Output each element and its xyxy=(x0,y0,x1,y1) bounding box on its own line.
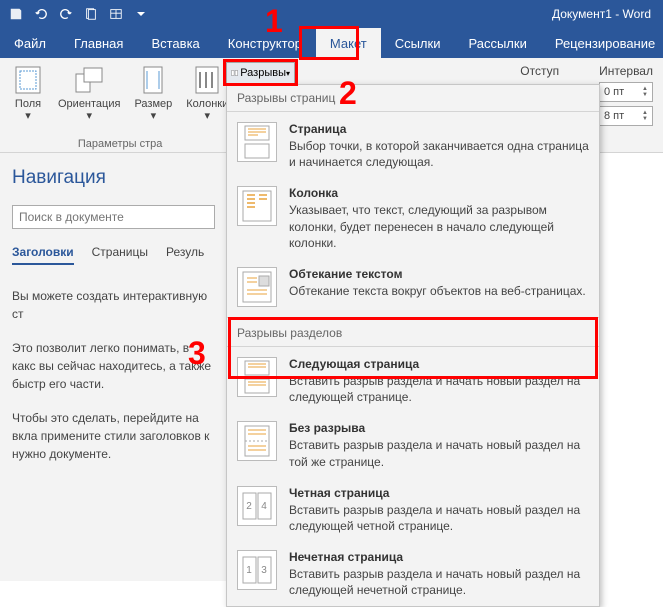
column-break-icon xyxy=(241,189,273,223)
break-desc: Вставить разрыв раздела и начать новый р… xyxy=(289,437,589,469)
menu-home[interactable]: Главная xyxy=(60,28,137,58)
table-icon xyxy=(109,7,123,21)
break-column[interactable]: Колонка Указывает, что текст, следующий з… xyxy=(227,178,599,259)
svg-text:1: 1 xyxy=(246,565,252,576)
breaks-label: Разрывы xyxy=(240,67,286,79)
page-break-icon xyxy=(241,125,273,159)
breaks-button[interactable]: Разрывы ▾ xyxy=(226,62,295,84)
break-desc: Вставить разрыв раздела и начать новый р… xyxy=(289,502,589,534)
document-icon xyxy=(84,7,98,21)
even-page-icon: 24 xyxy=(241,489,273,523)
size-button[interactable]: Размер▾ xyxy=(128,62,178,136)
break-desc: Обтекание текста вокруг объектов на веб-… xyxy=(289,283,589,299)
menu-file[interactable]: Файл xyxy=(0,28,60,58)
spacing-after-input[interactable]: 8 пт▲▼ xyxy=(599,106,653,126)
break-title: Страница xyxy=(289,122,589,136)
break-title: Колонка xyxy=(289,186,589,200)
page-setup-group: Поля▾ Ориентация▾ Размер▾ Колонки▾ Парам… xyxy=(0,58,240,152)
next-page-icon xyxy=(241,360,273,394)
chevron-down-icon xyxy=(137,10,145,18)
quick-access-toolbar xyxy=(4,3,153,25)
menu-design[interactable]: Конструктор xyxy=(214,28,316,58)
break-page[interactable]: Страница Выбор точки, в которой заканчива… xyxy=(227,114,599,178)
tab-pages[interactable]: Страницы xyxy=(92,245,148,265)
nav-title: Навигация xyxy=(12,167,215,189)
break-title: Обтекание текстом xyxy=(289,267,589,281)
svg-text:4: 4 xyxy=(261,501,267,512)
continuous-icon xyxy=(241,424,273,458)
menu-mailings[interactable]: Рассылки xyxy=(454,28,540,58)
orientation-icon xyxy=(74,66,104,94)
title-bar: Документ1 - Word xyxy=(0,0,663,28)
chevron-down-icon: ▾ xyxy=(286,69,290,78)
document-title: Документ1 - Word xyxy=(552,7,659,21)
nav-body: Вы можете создать интерактивную ст Это п… xyxy=(12,287,215,463)
text-wrap-icon xyxy=(241,270,273,304)
menu-bar: Файл Главная Вставка Конструктор Макет С… xyxy=(0,28,663,58)
redo-button[interactable] xyxy=(54,3,78,25)
save-icon xyxy=(9,7,23,21)
svg-text:2: 2 xyxy=(246,501,252,512)
nav-text: Вы можете создать интерактивную ст xyxy=(12,287,215,323)
break-title: Нечетная страница xyxy=(289,550,589,564)
tab-results[interactable]: Резуль xyxy=(166,245,204,265)
qat-button[interactable] xyxy=(79,3,103,25)
nav-tabs: Заголовки Страницы Резуль xyxy=(12,245,215,265)
break-desc: Вставить разрыв раздела и начать новый р… xyxy=(289,373,589,405)
break-odd-page[interactable]: 13 Нечетная страница Вставить разрыв разд… xyxy=(227,542,599,606)
break-next-page[interactable]: Следующая страница Вставить разрыв раздел… xyxy=(227,349,599,413)
break-desc: Указывает, что текст, следующий за разры… xyxy=(289,202,589,251)
break-text-wrapping[interactable]: Обтекание текстом Обтекание текста вокруг… xyxy=(227,259,599,315)
svg-text:3: 3 xyxy=(261,565,267,576)
search-input[interactable] xyxy=(12,205,215,229)
break-title: Без разрыва xyxy=(289,421,589,435)
menu-insert[interactable]: Вставка xyxy=(137,28,213,58)
menu-layout[interactable]: Макет xyxy=(316,28,381,58)
spinner-arrows-icon: ▲▼ xyxy=(642,86,648,98)
breaks-icon xyxy=(231,67,238,79)
menu-references[interactable]: Ссылки xyxy=(381,28,455,58)
orientation-button[interactable]: Ориентация▾ xyxy=(52,62,126,136)
size-icon xyxy=(141,65,165,95)
page-setup-group-label: Параметры стра xyxy=(6,136,234,150)
margins-label: Поля xyxy=(15,98,41,110)
odd-page-icon: 13 xyxy=(241,553,273,587)
qat-customize[interactable] xyxy=(129,3,153,25)
spacing-label: Интервал xyxy=(599,64,653,78)
tab-headings[interactable]: Заголовки xyxy=(12,245,74,265)
nav-text: Это позволит легко понимать, в какс вы с… xyxy=(12,339,215,393)
menu-review[interactable]: Рецензирование xyxy=(541,28,663,58)
dropdown-section-page-breaks: Разрывы страниц xyxy=(227,85,599,109)
save-button[interactable] xyxy=(4,3,28,25)
size-label: Размер xyxy=(134,98,172,110)
break-desc: Выбор точки, в которой заканчивается одн… xyxy=(289,138,589,170)
columns-label: Колонки xyxy=(186,98,228,110)
break-desc: Вставить разрыв раздела и начать новый р… xyxy=(289,566,589,598)
break-continuous[interactable]: Без разрыва Вставить разрыв раздела и нач… xyxy=(227,413,599,477)
spacing-before-input[interactable]: 0 пт▲▼ xyxy=(599,82,653,102)
margins-button[interactable]: Поля▾ xyxy=(6,62,50,136)
nav-text: Чтобы это сделать, перейдите на вкла при… xyxy=(12,409,215,463)
break-title: Следующая страница xyxy=(289,357,589,371)
qat-button-2[interactable] xyxy=(104,3,128,25)
spinner-arrows-icon: ▲▼ xyxy=(642,110,648,122)
undo-button[interactable] xyxy=(29,3,53,25)
indent-label: Отступ xyxy=(520,64,559,78)
orientation-label: Ориентация xyxy=(58,98,120,110)
dropdown-section-section-breaks: Разрывы разделов xyxy=(227,320,599,344)
break-title: Четная страница xyxy=(289,486,589,500)
navigation-pane: Навигация Заголовки Страницы Резуль Вы м… xyxy=(0,153,228,581)
break-even-page[interactable]: 24 Четная страница Вставить разрыв раздел… xyxy=(227,478,599,542)
breaks-dropdown: Разрывы страниц Страница Выбор точки, в к… xyxy=(226,84,600,607)
undo-icon xyxy=(34,7,48,21)
columns-icon xyxy=(194,65,220,95)
redo-icon xyxy=(59,7,73,21)
margins-icon xyxy=(14,65,42,95)
